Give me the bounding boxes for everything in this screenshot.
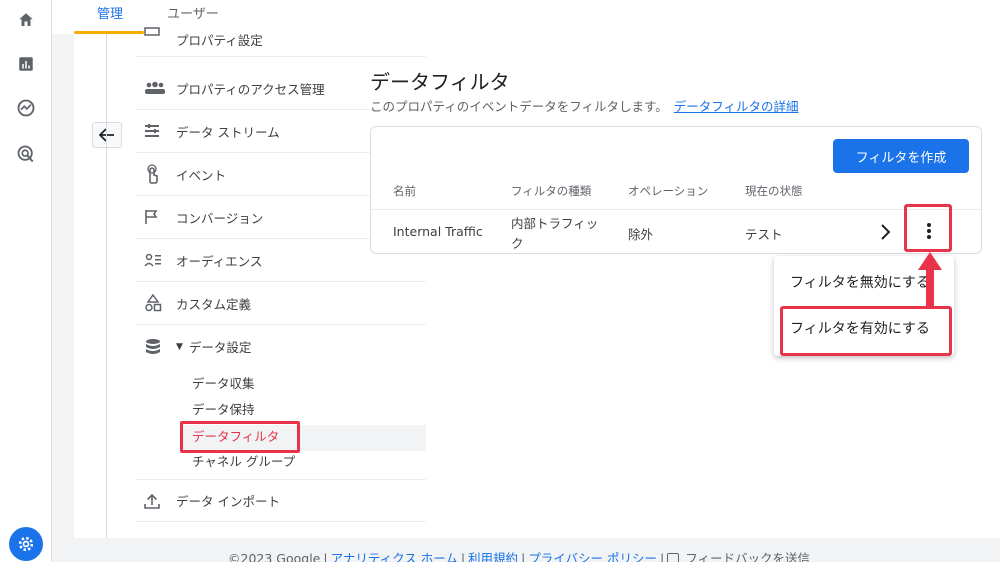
flag-icon bbox=[136, 209, 176, 225]
arrow-left-icon bbox=[99, 128, 114, 142]
nav-item-custom-definitions[interactable]: カスタム定義 bbox=[136, 282, 426, 325]
tab-user[interactable]: ユーザー bbox=[167, 3, 219, 22]
footer-link-terms[interactable]: 利用規約 bbox=[468, 551, 518, 562]
nav-item-label: コンバージョン bbox=[176, 210, 264, 226]
filter-name: Internal Traffic bbox=[393, 224, 483, 239]
page-title: データフィルタ bbox=[370, 70, 510, 94]
filter-status: テスト bbox=[745, 227, 783, 242]
nav-item-label: オーディエンス bbox=[176, 253, 263, 269]
footer-feedback[interactable]: フィードバックを送信 bbox=[685, 551, 810, 562]
nav-sub-channel-groups[interactable]: チャネル グループ bbox=[192, 450, 295, 474]
nav-sub-data-collection[interactable]: データ収集 bbox=[192, 372, 255, 396]
filter-operation: 除外 bbox=[628, 227, 654, 242]
column-header-status: 現在の状態 bbox=[745, 184, 803, 198]
nav-item-label: プロパティのアクセス管理 bbox=[176, 81, 325, 97]
upload-icon bbox=[136, 493, 176, 509]
nav-item-data-settings[interactable]: ▼ データ設定 bbox=[136, 325, 426, 368]
column-header-name: 名前 bbox=[393, 184, 416, 198]
enable-filter-highlight bbox=[780, 306, 952, 356]
property-settings-icon bbox=[136, 24, 176, 36]
audience-icon bbox=[136, 253, 176, 267]
reports-icon[interactable] bbox=[14, 52, 38, 76]
page-description: このプロパティのイベントデータをフィルタします。 データフィルタの詳細 bbox=[370, 96, 799, 115]
left-rail bbox=[0, 0, 52, 562]
filter-type-line-2: ク bbox=[511, 236, 524, 251]
nav-item-label: データ ストリーム bbox=[176, 124, 280, 140]
copyright-text: ©2023 Google bbox=[228, 551, 321, 562]
annotation-arrow-shaft bbox=[926, 268, 934, 308]
nav-sub-data-retention[interactable]: データ保持 bbox=[192, 398, 255, 422]
people-icon bbox=[136, 81, 176, 95]
nav-item-label: カスタム定義 bbox=[176, 296, 252, 312]
menu-item-disable-filter[interactable]: フィルタを無効にする bbox=[790, 272, 930, 292]
nav-item-label: データ設定 bbox=[188, 340, 252, 355]
column-divider bbox=[106, 34, 107, 538]
home-icon[interactable] bbox=[14, 8, 38, 32]
back-button[interactable] bbox=[92, 122, 122, 148]
tab-admin[interactable]: 管理 bbox=[97, 3, 123, 22]
filters-table-card: フィルタを作成 名前 フィルタの種類 オペレーション 現在の状態 Interna… bbox=[370, 126, 982, 254]
nav-item-data-import[interactable]: データ インポート bbox=[136, 479, 426, 522]
explore-icon[interactable] bbox=[14, 96, 38, 120]
more-options-highlight bbox=[904, 204, 952, 252]
gear-icon bbox=[18, 536, 34, 552]
filter-details-link[interactable]: データフィルタの詳細 bbox=[674, 99, 799, 114]
filter-type-line-1: 内部トラフィッ bbox=[511, 216, 599, 231]
data-filters-highlight bbox=[180, 421, 300, 453]
nav-item-label: プロパティ設定 bbox=[176, 33, 263, 48]
create-filter-button[interactable]: フィルタを作成 bbox=[833, 139, 969, 173]
database-icon bbox=[136, 338, 176, 356]
streams-icon bbox=[136, 124, 176, 138]
touch-icon bbox=[136, 164, 176, 184]
caret-down-icon: ▼ bbox=[176, 341, 183, 352]
row-divider bbox=[371, 209, 981, 210]
shapes-icon bbox=[136, 294, 176, 312]
annotation-arrow-head bbox=[918, 252, 942, 270]
footer: ©2023 Google | アナリティクス ホーム | 利用規約 | プライバシー ポリシ… bbox=[228, 548, 810, 562]
admin-settings-button[interactable] bbox=[9, 527, 43, 561]
feedback-icon bbox=[667, 553, 680, 562]
nav-item-label: データ インポート bbox=[176, 494, 280, 509]
column-header-operation: オペレーション bbox=[628, 184, 709, 198]
column-header-type: フィルタの種類 bbox=[511, 184, 592, 198]
nav-item-label: イベント bbox=[176, 167, 227, 183]
description-text: このプロパティのイベントデータをフィルタします。 bbox=[370, 99, 668, 114]
footer-link-analytics-home[interactable]: アナリティクス ホーム bbox=[331, 551, 458, 562]
footer-link-privacy[interactable]: プライバシー ポリシー bbox=[528, 551, 657, 562]
nav-item-property-settings[interactable]: プロパティ設定 bbox=[136, 24, 426, 57]
admin-content: プロパティ設定 プロパティのアクセス管理 データ ストリーム イベント コンバー… bbox=[74, 27, 1000, 538]
chevron-right-icon[interactable] bbox=[877, 223, 893, 241]
advertising-icon[interactable] bbox=[14, 142, 38, 166]
